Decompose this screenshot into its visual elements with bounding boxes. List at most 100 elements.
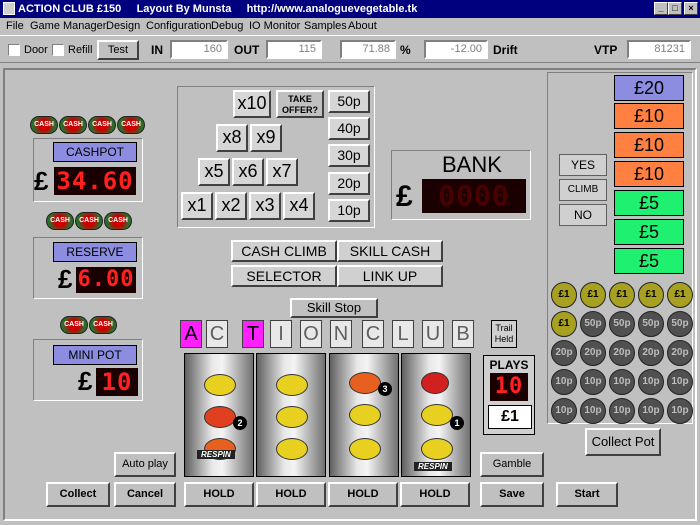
- hold-button-4[interactable]: HOLD: [400, 482, 470, 507]
- minimize-button[interactable]: _: [654, 2, 668, 15]
- take-offer-button[interactable]: TAKE OFFER?: [276, 90, 324, 118]
- drift-field: -12.00: [424, 40, 488, 59]
- cashpot-pound: £: [34, 166, 49, 196]
- coin: 20p: [638, 340, 664, 366]
- coin: 10p: [638, 398, 664, 424]
- feature-cash-climb: CASH CLIMB: [231, 240, 337, 262]
- percent-sign: %: [400, 43, 411, 57]
- hold-button-2[interactable]: HOLD: [256, 482, 326, 507]
- start-button[interactable]: Start: [556, 482, 618, 507]
- coin: 20p: [667, 340, 693, 366]
- hold-button-1[interactable]: HOLD: [184, 482, 254, 507]
- multiplier-x10: x10: [233, 90, 271, 118]
- coin: 10p: [667, 398, 693, 424]
- orange-symbol: [204, 406, 236, 428]
- multiplier-x4: x4: [283, 192, 315, 220]
- in-field: 160: [170, 40, 228, 59]
- refill-checkbox[interactable]: [52, 44, 64, 56]
- gamble-yes: YES: [559, 154, 607, 176]
- menu-game-manager[interactable]: Game Manager: [30, 20, 106, 32]
- coin: £1: [551, 311, 577, 337]
- feature-link-up: LINK UP: [337, 265, 443, 287]
- trail-letter-a: A: [180, 320, 202, 348]
- multiplier-x3: x3: [249, 192, 281, 220]
- multiplier-x2: x2: [215, 192, 247, 220]
- reserve-pound: £: [58, 264, 73, 294]
- gamble-button[interactable]: Gamble: [480, 452, 544, 477]
- collect-button[interactable]: Collect: [46, 482, 110, 507]
- cancel-button[interactable]: Cancel: [114, 482, 176, 507]
- stake-10p: 10p: [328, 199, 370, 222]
- reel-2[interactable]: [256, 353, 326, 477]
- maximize-button[interactable]: □: [668, 2, 682, 15]
- coin: 50p: [667, 311, 693, 337]
- stake-40p: 40p: [328, 117, 370, 140]
- trail-letter-b: B: [452, 320, 474, 348]
- cash-sticker: CASH: [104, 212, 132, 230]
- reel-badge: 2: [233, 416, 247, 430]
- toolbar: Door Refill Test IN 160 OUT 115 71.88 % …: [0, 35, 700, 63]
- menu-debug[interactable]: Debug: [211, 20, 243, 32]
- cash-sticker-row-1: CASH CASH CASH CASH: [30, 116, 145, 134]
- stake-display: £1: [488, 405, 532, 429]
- menu-design[interactable]: Design: [106, 20, 140, 32]
- coin: 50p: [580, 311, 606, 337]
- lemon-symbol: [349, 404, 381, 426]
- lemon-symbol: [276, 406, 308, 428]
- trail-letter-o: O: [300, 320, 322, 348]
- reel-4[interactable]: 1 RESPIN: [401, 353, 471, 477]
- hold-button-3[interactable]: HOLD: [328, 482, 398, 507]
- coin: 10p: [580, 369, 606, 395]
- stake-30p: 30p: [328, 144, 370, 167]
- trail-letter-n: N: [330, 320, 352, 348]
- reel-3[interactable]: 3: [329, 353, 399, 477]
- save-button[interactable]: Save: [480, 482, 544, 507]
- coin: £1: [609, 282, 635, 308]
- minipot-pound: £: [78, 366, 93, 396]
- trail-letter-u: U: [422, 320, 444, 348]
- test-button[interactable]: Test: [97, 40, 139, 60]
- coin: £1: [638, 282, 664, 308]
- skill-stop-button[interactable]: Skill Stop: [290, 298, 378, 318]
- stake-50p: 50p: [328, 90, 370, 113]
- menu-samples[interactable]: Samples: [304, 20, 347, 32]
- auto-play-button[interactable]: Auto play: [114, 452, 176, 477]
- lemon-symbol: [276, 438, 308, 460]
- menu-configuration[interactable]: Configuration: [146, 20, 211, 32]
- plays-label: PLAYS: [489, 358, 529, 372]
- percent-field: 71.88: [340, 40, 396, 59]
- trail-letter-i: I: [270, 320, 292, 348]
- vtp-field: 81231: [627, 40, 691, 59]
- cash-sticker: CASH: [89, 316, 117, 334]
- cash-sticker: CASH: [59, 116, 87, 134]
- reserve-label: RESERVE: [53, 242, 137, 262]
- note-5: £5: [614, 219, 684, 245]
- trail-letter-c2: C: [362, 320, 384, 348]
- coin: £1: [551, 282, 577, 308]
- lemon-symbol: [421, 404, 453, 426]
- coin: 20p: [580, 340, 606, 366]
- window-title: ACTION CLUB £150 Layout By Munsta http:/…: [18, 3, 418, 15]
- multiplier-x8: x8: [216, 124, 248, 152]
- gamble-no: NO: [559, 204, 607, 226]
- door-checkbox[interactable]: [8, 44, 20, 56]
- close-button[interactable]: ×: [684, 2, 698, 15]
- menu-bar: File Game Manager Design Configuration D…: [0, 18, 700, 35]
- cash-sticker: CASH: [117, 116, 145, 134]
- cash-sticker: CASH: [75, 212, 103, 230]
- reserve-display: 6.00: [76, 267, 136, 293]
- menu-file[interactable]: File: [6, 20, 24, 32]
- cash-sticker: CASH: [30, 116, 58, 134]
- drift-label: Drift: [493, 43, 518, 57]
- lemon-symbol: [349, 438, 381, 460]
- menu-about[interactable]: About: [348, 20, 377, 32]
- collect-pot-button[interactable]: Collect Pot: [585, 428, 661, 456]
- reel-badge: 1: [450, 416, 464, 430]
- reel-1[interactable]: 2 RESPIN: [184, 353, 254, 477]
- respin-label: RESPIN: [414, 462, 452, 471]
- vtp-label: VTP: [594, 43, 618, 57]
- bank-label: BANK: [442, 152, 502, 177]
- gamble-climb: CLIMB: [559, 179, 607, 201]
- lemon-symbol: [421, 438, 453, 460]
- menu-io-monitor[interactable]: IO Monitor: [249, 20, 300, 32]
